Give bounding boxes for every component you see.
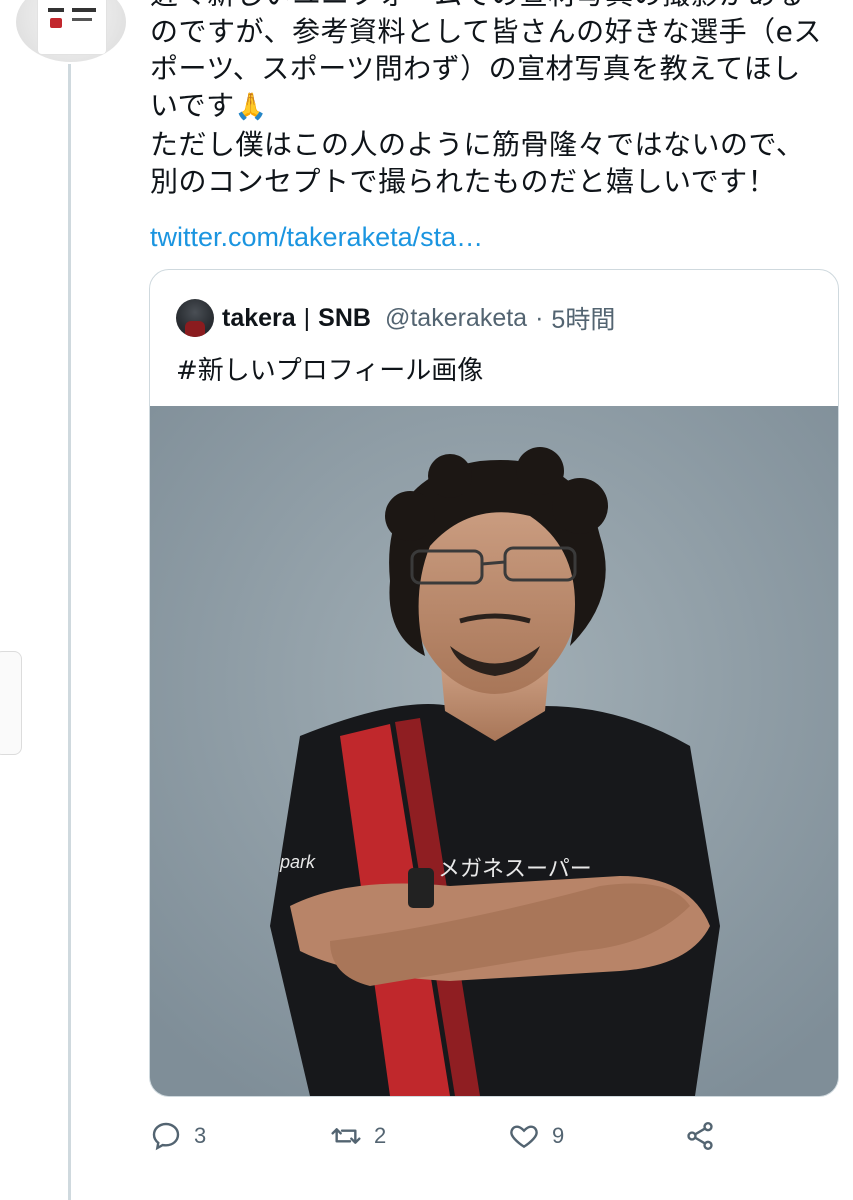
- quoted-author-avatar[interactable]: [176, 299, 214, 337]
- sponsor-logo-text: park: [279, 852, 316, 872]
- tweet-actions: 3 2 9: [150, 1120, 740, 1156]
- folded-hands-emoji: 🙏: [234, 92, 268, 122]
- tweet-line: ポーツ、スポーツ問わず）の宣材写真を教えてほし: [150, 52, 801, 85]
- side-panel-handle[interactable]: [0, 651, 22, 755]
- quoted-tweet-photo[interactable]: park メガネスーパー: [150, 406, 838, 1096]
- tweet-link[interactable]: twitter.com/takeraketa/sta…: [150, 222, 483, 253]
- dot-separator: ·: [535, 303, 544, 332]
- quoted-author-handle[interactable]: @takeraketa: [385, 304, 527, 333]
- reply-count: 3: [194, 1123, 207, 1148]
- reply-button[interactable]: 3: [150, 1120, 206, 1152]
- tweet-text: 近々新しいユニフォームでの宣材写真の撮影がある のですが、参考資料として皆さんの…: [150, 0, 840, 200]
- quoted-author-name[interactable]: takera: [222, 304, 296, 333]
- heart-icon: [510, 1125, 538, 1149]
- like-count: 9: [552, 1123, 565, 1148]
- tweet-line: 別のコンセプトで撮られたものだと嬉しいです！: [150, 165, 777, 198]
- tweet-line: のですが、参考資料として皆さんの好きな選手（eス: [150, 15, 822, 48]
- quoted-tweet-time[interactable]: 5時間: [551, 300, 615, 336]
- author-avatar[interactable]: [16, 0, 126, 62]
- tweet-line: ただし僕はこの人のように筋骨隆々ではないので、: [150, 128, 805, 161]
- tweet-line: 近々新しいユニフォームでの宣材写真の撮影がある: [150, 0, 840, 13]
- retweet-count: 2: [374, 1123, 387, 1148]
- tweet-line-text: いです: [150, 89, 235, 122]
- share-icon: [687, 1122, 713, 1150]
- quoted-author-team[interactable]: SNB: [318, 304, 371, 333]
- retweet-icon: [331, 1128, 361, 1144]
- reply-icon: [152, 1122, 180, 1151]
- quoted-tweet-card[interactable]: takera | SNB @takeraketa · 5時間 #新しいプロフィー…: [149, 269, 839, 1097]
- player-portrait-image: park メガネスーパー: [150, 406, 838, 1096]
- jersey-sponsor-text: メガネスーパー: [438, 857, 592, 882]
- quoted-tweet-header: takera | SNB @takeraketa · 5時間: [176, 298, 615, 338]
- quoted-tweet-text: #新しいプロフィール画像: [176, 356, 484, 386]
- tweet-line: いです🙏: [150, 87, 840, 126]
- like-button[interactable]: 9: [508, 1120, 564, 1152]
- thread-connector-line: [68, 64, 71, 1200]
- share-button[interactable]: [684, 1120, 716, 1152]
- name-separator: |: [303, 303, 311, 332]
- retweet-button[interactable]: 2: [330, 1120, 386, 1152]
